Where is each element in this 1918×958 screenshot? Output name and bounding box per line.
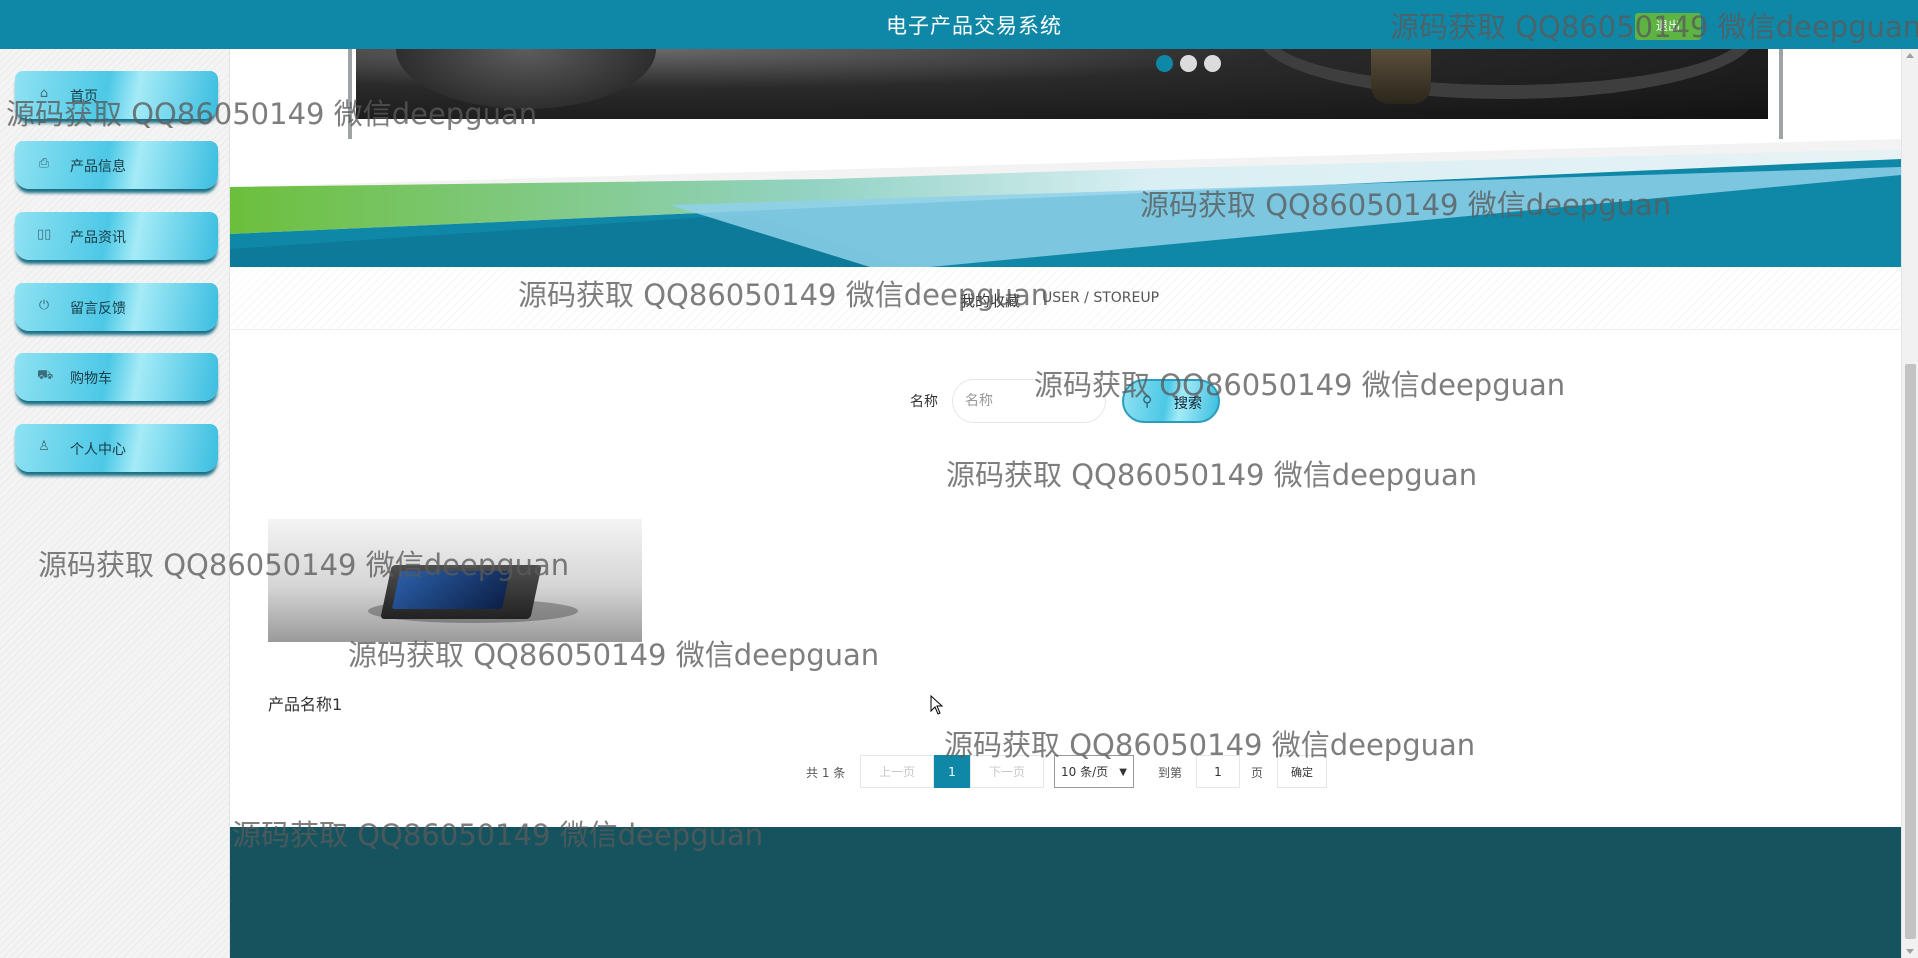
search-button[interactable]: ⚲ 搜索 xyxy=(1122,379,1220,423)
search-label: 名称 xyxy=(910,394,938,410)
sidebar-item-personal-center[interactable]: ♙ 个人中心 xyxy=(15,424,218,472)
scrollbar[interactable] xyxy=(1901,49,1918,958)
goto-page-input[interactable]: 1 xyxy=(1196,755,1240,788)
next-page-button[interactable]: 下一页 xyxy=(970,755,1044,788)
news-icon: ▯▯ xyxy=(37,227,52,242)
product-image[interactable] xyxy=(268,519,642,642)
product-name[interactable]: 产品名称1 xyxy=(268,691,342,715)
carousel-dot[interactable] xyxy=(1180,55,1197,72)
sidebar-item-cart[interactable]: ⛟ 购物车 xyxy=(15,353,218,401)
sidebar: ⌂ 首页 ⎙ 产品信息 ▯▯ 产品资讯 ⏻ 留言反馈 ⛟ 购物车 ♙ 个人中心 xyxy=(0,49,230,958)
page-unit-label: 页 xyxy=(1251,766,1264,780)
top-bar: 电子产品交易系统 退出 xyxy=(0,0,1918,49)
prev-page-button[interactable]: 上一页 xyxy=(860,755,934,788)
carousel-indicators xyxy=(1156,55,1221,72)
section-title: 我的收藏 xyxy=(960,292,1021,310)
sidebar-item-label: 个人中心 xyxy=(70,442,126,458)
scroll-up-icon[interactable] xyxy=(1906,53,1914,58)
page-number-current[interactable]: 1 xyxy=(934,755,970,788)
app-title: 电子产品交易系统 xyxy=(886,14,1062,38)
section-header: 我的收藏 USER / STOREUP xyxy=(230,267,1901,330)
pagination-total: 共 1 条 xyxy=(806,766,846,780)
sidebar-item-feedback[interactable]: ⏻ 留言反馈 xyxy=(15,283,218,331)
carousel-dot[interactable] xyxy=(1204,55,1221,72)
home-icon: ⌂ xyxy=(39,86,49,101)
carousel-dot[interactable] xyxy=(1156,55,1173,72)
page-size-select[interactable]: 10 条/页 ▼ xyxy=(1054,755,1134,788)
sidebar-item-label: 产品资讯 xyxy=(70,230,126,246)
search-button-label: 搜索 xyxy=(1174,395,1202,411)
chevron-down-icon: ▼ xyxy=(1119,767,1127,778)
scroll-down-icon[interactable] xyxy=(1906,949,1914,954)
carousel-image xyxy=(356,49,1768,119)
printer-icon: ⎙ xyxy=(38,156,50,171)
power-icon: ⏻ xyxy=(38,298,50,313)
section-subtitle: USER / STOREUP xyxy=(1042,290,1160,306)
user-icon: ♙ xyxy=(38,439,50,454)
sidebar-item-label: 留言反馈 xyxy=(70,301,126,317)
search-icon: ⚲ xyxy=(1142,393,1153,409)
page: 电子产品交易系统 退出 ⌂ 首页 ⎙ 产品信息 ▯▯ 产品资讯 ⏻ 留言反馈 ⛟… xyxy=(0,0,1918,958)
scrollbar-thumb[interactable] xyxy=(1905,364,1916,939)
confirm-page-button[interactable]: 确定 xyxy=(1277,755,1327,788)
logout-button[interactable]: 退出 xyxy=(1635,13,1701,40)
cart-icon: ⛟ xyxy=(37,368,54,383)
sidebar-item-home[interactable]: ⌂ 首页 xyxy=(15,71,218,119)
pagination: 共 1 条 上一页 1 下一页 10 条/页 ▼ 到第 1 页 确定 xyxy=(230,755,1901,788)
decorative-banner xyxy=(230,139,1901,267)
main-content: 我的收藏 USER / STOREUP 名称 ⚲ 搜索 产品名称1 共 1 条 … xyxy=(230,49,1901,958)
sidebar-item-product-info[interactable]: ⎙ 产品信息 xyxy=(15,141,218,189)
sidebar-item-product-news[interactable]: ▯▯ 产品资讯 xyxy=(15,212,218,260)
sidebar-item-label: 首页 xyxy=(70,89,98,105)
footer xyxy=(230,827,1901,958)
mouse-cursor-icon xyxy=(930,695,944,715)
search-input[interactable] xyxy=(952,379,1106,423)
sidebar-item-label: 购物车 xyxy=(70,371,112,387)
goto-label: 到第 xyxy=(1158,766,1183,780)
sidebar-item-label: 产品信息 xyxy=(70,159,126,175)
page-size-value: 10 条/页 xyxy=(1061,765,1109,779)
